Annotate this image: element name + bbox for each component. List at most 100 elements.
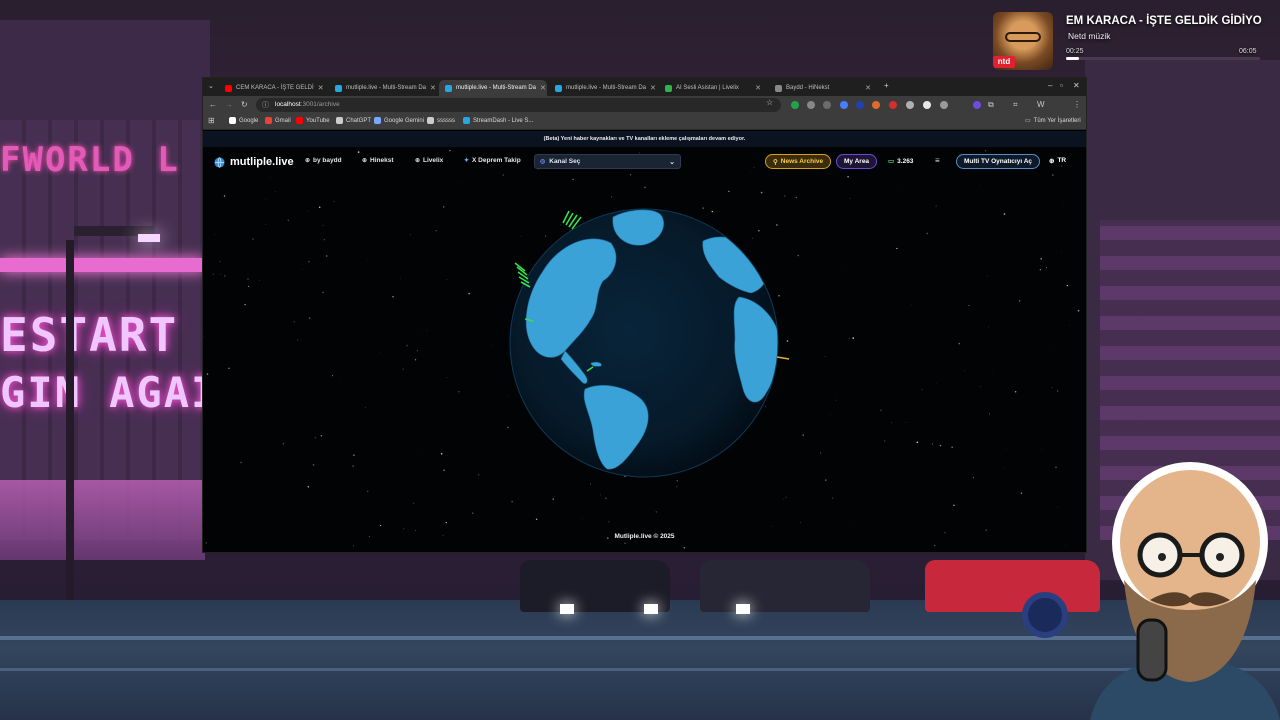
profile-icon[interactable]: W [1037,99,1045,111]
extensions-puzzle-icon[interactable]: ⧉ [988,99,994,111]
star-dot [206,373,209,375]
star-dot [228,367,230,369]
address-bar[interactable]: ⓘ localhost:3001/archive [256,98,781,112]
extension-icon[interactable] [791,101,799,109]
reload-icon[interactable]: ↻ [241,99,248,111]
extension-icon[interactable] [840,101,848,109]
star-dot [1003,213,1006,215]
url-host: localhost [275,101,301,108]
playback-progress-fill [1066,57,1080,60]
maximize-icon[interactable]: ▫ [1060,81,1063,90]
tab-close-icon[interactable]: ✕ [650,84,656,92]
my-area-button[interactable]: My Area [836,154,878,169]
star-dot [599,494,601,496]
extension-icon[interactable] [872,101,880,109]
bookmark-item[interactable]: StreamDash - Live S... [463,117,533,124]
browser-tab[interactable]: Baydd - HiNekst ✕ [769,80,877,96]
bookmark-label: Google [239,117,259,124]
extension-icon[interactable] [856,101,864,109]
star-dot [339,382,341,384]
channel-select-dropdown[interactable]: ◎ Kanal Seç ⌄ [534,154,681,169]
bookmark-label: Gmail [275,117,291,124]
browser-tab[interactable]: mutliple.live - Multi-Stream Da ✕ [329,80,437,96]
bookmark-item[interactable]: Gmail [265,117,291,124]
extension-icon[interactable] [923,101,931,109]
star-dot [989,413,990,415]
minimize-icon[interactable]: – [1048,81,1052,90]
star-dot [205,542,207,544]
news-archive-button[interactable]: ⚲ News Archive [765,154,832,169]
elapsed-time: 00:25 [1066,48,1084,55]
tab-close-icon[interactable]: ✕ [318,84,324,92]
extension-icon[interactable] [889,101,897,109]
star-dot [1077,309,1080,312]
site-info-icon[interactable]: ⓘ [262,100,269,110]
bookmark-item[interactable]: Google Gemini [374,117,424,124]
tab-close-icon[interactable]: ✕ [755,84,761,92]
browser-tab[interactable]: CEM KARACA - İŞTE GELDİ ✕ [219,80,327,96]
bookmark-item[interactable]: ssssss [427,117,455,124]
all-bookmarks[interactable]: ▭ Tüm Yer İşaretleri [1025,117,1081,125]
star-dot [220,273,221,275]
star-dot [318,206,321,208]
site-logo[interactable]: mutliple.live [214,156,294,168]
nav-link-livelix[interactable]: ⊕ Livelix [415,157,443,164]
extension-icon[interactable] [906,101,914,109]
nav-link-x-deprem[interactable]: ✦ X Deprem Takip [464,157,521,164]
extension-icon[interactable] [973,101,981,109]
browser-menu-icon[interactable]: ⋮ [1073,99,1081,111]
star-dot [446,279,448,280]
forward-icon[interactable]: → [225,99,233,111]
star-dot [1051,387,1053,388]
extension-icon[interactable] [807,101,815,109]
avatar-microphone [1136,618,1168,682]
globe-icon: ⊕ [362,158,368,164]
site-footer: Mutliple.live © 2025 [614,533,675,540]
browser-tab[interactable]: mutliple.live - Multi-Stream Da ✕ [439,80,547,96]
nav-link-by-baydd[interactable]: ⊕ by baydd [305,157,342,164]
tab-favicon-icon [225,84,232,92]
tab-search-icon[interactable]: ⌄ [208,81,214,93]
bookmark-item[interactable]: YouTube [296,117,330,124]
earth-globe[interactable] [503,201,793,491]
avatar-eye [1158,553,1166,561]
bookmark-star-icon[interactable]: ☆ [766,98,773,107]
bookmark-item[interactable]: ChatGPT [336,117,371,124]
hamburger-menu-icon[interactable]: ≡ [935,156,940,165]
extension-icon[interactable] [940,101,948,109]
close-window-icon[interactable]: ✕ [1073,81,1080,90]
tab-close-icon[interactable]: ✕ [540,84,546,92]
star-dot [314,436,317,439]
translate-icon[interactable]: ⌗ [1013,99,1018,111]
star-dot [442,206,445,208]
star-dot [605,497,607,499]
extension-icon[interactable] [823,101,831,109]
apps-grid-icon[interactable]: ⊞ [208,115,215,127]
back-icon[interactable]: ← [209,99,217,111]
star-dot [933,544,936,547]
browser-tab[interactable]: AI Sesli Asistan | Livelix ✕ [659,80,767,96]
multi-tv-button[interactable]: Multi TV Oynatıcıyı Aç [956,154,1041,169]
browser-tab[interactable]: mutliple.live - Multi-Stream Da ✕ [549,80,657,96]
star-dot [420,448,422,449]
star-dot [835,399,837,401]
star-dot [832,497,834,499]
star-dot [980,386,982,388]
tab-label: mutliple.live - Multi-Stream Da [346,85,427,91]
playback-progress[interactable] [1066,57,1260,60]
nav-link-hinekst[interactable]: ⊕ Hinekst [362,157,394,164]
my-area-label: My Area [844,158,870,165]
star-dot [988,326,989,328]
star-dot [308,317,311,319]
tab-close-icon[interactable]: ✕ [865,84,871,92]
url-path: :3001/archive [300,101,340,108]
star-dot [353,454,355,456]
new-tab-icon[interactable]: + [884,81,889,90]
nav-link-label: Livelix [423,157,444,164]
language-switcher[interactable]: ⊕ TR [1049,157,1066,165]
star-dot [365,407,366,409]
star-dot [282,442,285,445]
bookmark-item[interactable]: Google [229,117,258,124]
site-navbar: mutliple.live ⊕ by baydd ⊕ Hinekst ⊕ Liveli… [203,149,1086,177]
tab-close-icon[interactable]: ✕ [430,84,436,92]
